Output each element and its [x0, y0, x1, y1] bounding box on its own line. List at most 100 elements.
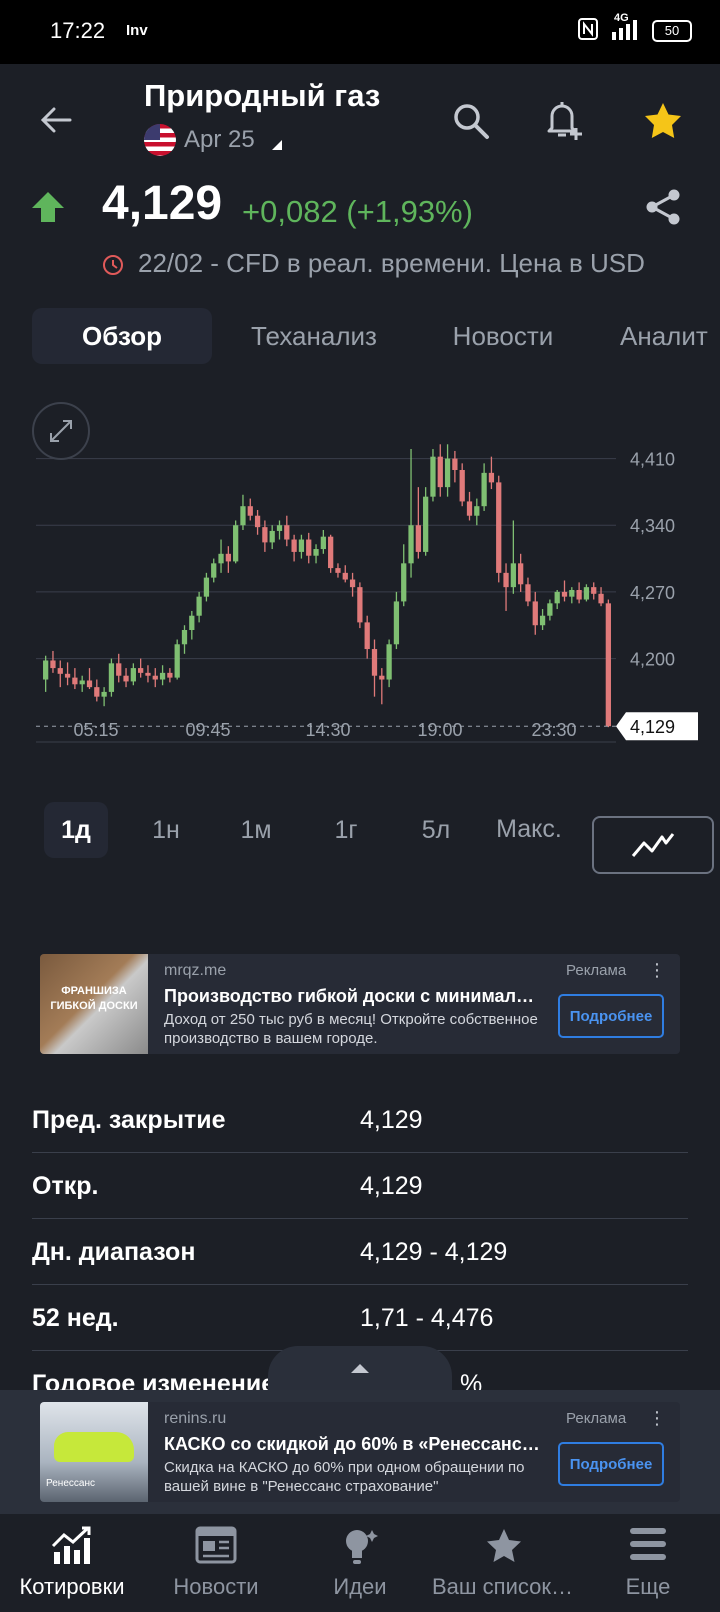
- period-button-4[interactable]: 5л: [404, 802, 468, 858]
- candle-body: [605, 603, 611, 727]
- candle-body: [525, 584, 531, 602]
- last-price: 4,129: [102, 177, 223, 230]
- candle-body: [94, 687, 100, 697]
- contract-selector[interactable]: Apr 25: [184, 126, 255, 154]
- watchlist-star-button[interactable]: [640, 98, 686, 144]
- candle-body: [291, 539, 297, 552]
- back-button[interactable]: [34, 98, 78, 142]
- nav-news[interactable]: Новости: [144, 1514, 288, 1612]
- ad-description: Доход от 250 тыс руб в месяц! Откройте с…: [164, 1011, 538, 1047]
- line-chart-icon: [631, 833, 675, 857]
- candle-body: [532, 601, 538, 626]
- ad-label: Реклама: [566, 962, 627, 979]
- candle-body: [393, 601, 400, 645]
- candle-body: [561, 591, 568, 597]
- candle-body: [247, 506, 253, 516]
- stat-value: 4,129: [360, 1106, 423, 1134]
- candle-body: [174, 644, 180, 678]
- x-tick-label: 19:00: [417, 720, 462, 740]
- caret-icon: [272, 140, 282, 150]
- x-tick-label: 09:45: [185, 720, 230, 740]
- candle-body: [554, 591, 560, 604]
- tab-3[interactable]: Аналит: [620, 308, 720, 364]
- signal-icon: 4G: [610, 12, 640, 43]
- more-options-icon[interactable]: ⋮: [648, 1408, 666, 1429]
- status-right: 4G 50: [578, 12, 692, 43]
- battery-icon: 50: [652, 19, 692, 42]
- candle-body: [583, 587, 590, 600]
- status-bar: 17:22 Inv 4G 50: [0, 0, 720, 64]
- candle-body: [437, 456, 443, 488]
- nav-ideas[interactable]: Идеи: [288, 1514, 432, 1612]
- candle-body: [43, 660, 49, 680]
- back-arrow-icon: [40, 107, 72, 133]
- ad-banner-bottom[interactable]: Ренессанс renins.ru Реклама ⋮ КАСКО со с…: [40, 1402, 680, 1502]
- tab-2[interactable]: Новости: [430, 308, 576, 364]
- candle-body: [276, 525, 283, 531]
- search-button[interactable]: [448, 98, 494, 144]
- stat-value: 4,129: [360, 1172, 423, 1200]
- price-note: 22/02 - CFD в реал. времени. Цена в USD: [138, 248, 645, 278]
- candle-body: [591, 587, 597, 594]
- ad-details-button[interactable]: Подробнее: [558, 1442, 664, 1486]
- ad-banner[interactable]: ФРАНШИЗА ГИБКОЙ ДОСКИ mrqz.me Реклама ⋮ …: [40, 954, 680, 1054]
- ad-description: Скидка на КАСКО до 60% при одном обращен…: [164, 1459, 525, 1495]
- candle-body: [123, 675, 129, 682]
- nav-more[interactable]: Еще: [576, 1514, 720, 1612]
- bottom-navigation: Котировки Новости Идеи Ваш список наблюд…: [0, 1514, 720, 1612]
- period-button-1[interactable]: 1н: [134, 802, 198, 858]
- candle-body: [79, 680, 85, 685]
- candle-body: [284, 525, 290, 540]
- bell-plus-icon: [547, 102, 582, 140]
- ad-details-button[interactable]: Подробнее: [558, 994, 664, 1038]
- stat-row: Откр. 4,129: [32, 1152, 688, 1219]
- candle-body: [547, 603, 553, 616]
- candle-body: [357, 587, 363, 623]
- candle-body: [349, 579, 356, 588]
- candle-body: [423, 496, 429, 552]
- candle-body: [576, 590, 582, 600]
- period-button-3[interactable]: 1г: [314, 802, 378, 858]
- ad-title[interactable]: Производство гибкой доски с минимальными…: [164, 986, 544, 1007]
- candle-body: [203, 577, 210, 597]
- collapse-ad-button[interactable]: [268, 1346, 452, 1390]
- car-image: [54, 1432, 134, 1462]
- candle-body: [57, 668, 63, 674]
- ad-title[interactable]: КАСКО со скидкой до 60% в «Ренессанс стр…: [164, 1434, 544, 1455]
- stat-value: 4,129 - 4,129: [360, 1238, 508, 1266]
- candle-body: [240, 506, 246, 526]
- candle-body: [167, 672, 173, 678]
- candle-body: [211, 563, 217, 578]
- price-chart[interactable]: 4,200 4,270 4,340 4,410 4,129 05:15 09:45 14:30…: [0, 390, 720, 780]
- share-button[interactable]: [640, 184, 686, 230]
- nav-watchlist[interactable]: Ваш список наблюдения: [432, 1514, 576, 1612]
- candle-body: [474, 506, 480, 516]
- last-price-label: 4,129: [630, 717, 675, 737]
- nfc-icon: [578, 18, 598, 43]
- lightbulb-icon: [340, 1526, 380, 1571]
- nav-quotes[interactable]: Котировки: [0, 1514, 144, 1612]
- candle-body: [328, 536, 334, 569]
- candle-body: [379, 675, 385, 680]
- candle-body: [371, 649, 378, 676]
- candle-body: [101, 691, 107, 697]
- nav-label: Идеи: [333, 1574, 387, 1599]
- period-button-0[interactable]: 1д: [44, 802, 108, 858]
- period-button-5[interactable]: Макс.: [494, 814, 564, 870]
- more-options-icon[interactable]: ⋮: [648, 960, 666, 981]
- tab-1[interactable]: Теханализ: [234, 308, 394, 364]
- candle-body: [108, 663, 115, 692]
- candle-body: [225, 553, 231, 562]
- candle-body: [218, 553, 224, 564]
- add-alert-button[interactable]: [540, 96, 588, 144]
- period-button-2[interactable]: 1м: [224, 802, 288, 858]
- fullscreen-button[interactable]: [32, 402, 90, 460]
- candle-body: [408, 525, 414, 564]
- candle-body: [262, 527, 268, 543]
- stat-value: 1,71 - 4,476: [360, 1304, 494, 1332]
- tab-0[interactable]: Обзор: [32, 308, 212, 364]
- candle-body: [196, 596, 202, 616]
- chart-type-button[interactable]: [592, 816, 714, 874]
- candle-body: [320, 536, 326, 550]
- app-notification-icon: Inv: [126, 22, 148, 39]
